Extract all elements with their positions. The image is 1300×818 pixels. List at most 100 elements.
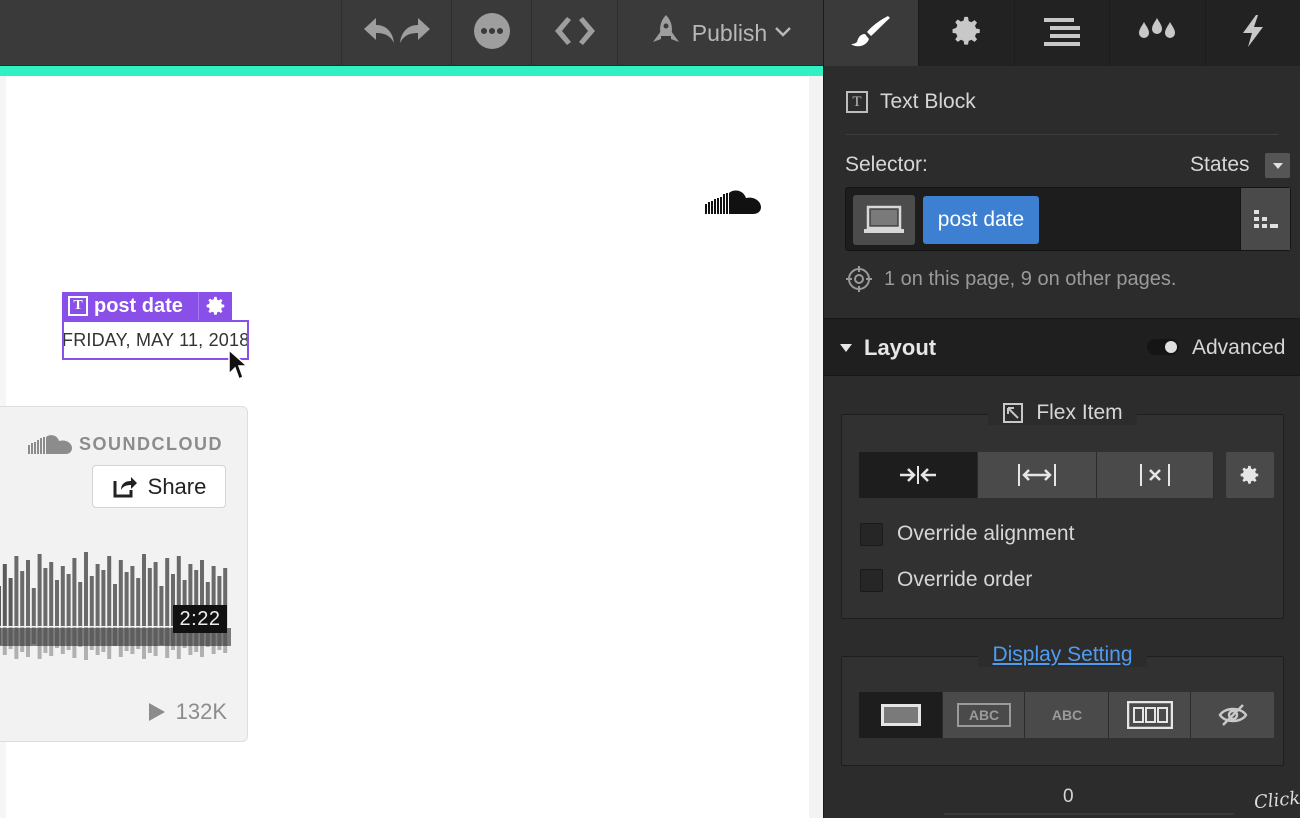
element-tag-label: post date (94, 294, 183, 317)
inline-label: ABC (1051, 707, 1081, 723)
drops-icon (1138, 16, 1176, 51)
soundcloud-logo-icon[interactable] (703, 188, 763, 221)
eye-hidden-icon (1218, 704, 1247, 726)
selector-menu-button[interactable] (1240, 188, 1290, 250)
waveform-bar (8, 578, 13, 626)
breakpoint-button[interactable] (853, 195, 915, 245)
caret-down-icon (840, 344, 852, 352)
gear-icon (1240, 465, 1259, 484)
waveform-bar (95, 564, 100, 626)
value-underline (944, 813, 1234, 815)
flex-grow-option[interactable] (978, 452, 1097, 498)
override-alignment-checkbox[interactable]: Override alignment (860, 522, 1074, 546)
flex-none-option[interactable] (1097, 452, 1214, 498)
tab-navigator[interactable] (1014, 0, 1111, 66)
layout-title: Layout (864, 335, 937, 360)
more-dots-icon (472, 11, 512, 56)
display-inline-block-option[interactable]: ABC (943, 692, 1025, 738)
undo-icon[interactable] (362, 16, 396, 51)
waveform-bar (147, 568, 152, 626)
publish-button[interactable]: Publish (617, 0, 823, 66)
override-alignment-label: Override alignment (897, 522, 1075, 545)
advanced-toggle[interactable] (1147, 339, 1179, 355)
selector-field[interactable]: post date (845, 187, 1291, 251)
waveform-bar (118, 560, 123, 626)
tab-interactions[interactable] (1205, 0, 1300, 66)
post-date-text-block[interactable]: FRIDAY, MAY 11, 2018 (62, 320, 249, 360)
flex-item-fieldset: Flex Item Override alignment Override or… (841, 401, 1284, 619)
selector-chip-post-date[interactable]: post date (923, 196, 1039, 244)
flex-child-icon (1003, 403, 1024, 423)
waveform-bar (159, 586, 164, 626)
element-type: T Text Block (846, 90, 976, 114)
layout-section-header[interactable]: Layout Advanced (824, 318, 1300, 376)
checkbox-box[interactable] (860, 522, 883, 546)
flex-item-legend-label: Flex Item (1036, 401, 1123, 424)
flex-shrink-option[interactable] (859, 452, 978, 498)
post-date-text: FRIDAY, MAY 11, 2018 (62, 329, 249, 350)
states-label[interactable]: States (1190, 153, 1250, 177)
publish-label: Publish (691, 19, 768, 46)
waveform-bar (153, 562, 158, 626)
waveform-bar (101, 570, 106, 626)
selector-usage: 1 on this page, 9 on other pages. (846, 266, 1176, 292)
waveform-bar (60, 566, 65, 626)
tab-style[interactable] (824, 0, 920, 66)
waveform-bar (142, 554, 146, 626)
waveform-bar (136, 578, 141, 626)
chevron-down-icon (775, 24, 792, 42)
display-block-option[interactable] (859, 692, 943, 738)
flex-settings-button[interactable] (1226, 452, 1274, 498)
waveform-bar (113, 584, 117, 626)
click-annotation: Click (1253, 787, 1300, 814)
tab-style-manager[interactable] (1110, 0, 1206, 66)
selected-element-tag[interactable]: T post date (62, 292, 232, 320)
caret-down-icon (1272, 162, 1283, 169)
redo-icon[interactable] (398, 16, 432, 51)
play-count-value: 132K (175, 699, 227, 724)
waveform-bar (43, 568, 48, 626)
waveform-bar (0, 586, 1, 626)
inline-display-icon: ABC (1051, 707, 1081, 723)
soundcloud-brand[interactable]: SOUNDCLOUD (27, 433, 223, 455)
lightning-icon (1240, 14, 1266, 53)
advanced-label: Advanced (1192, 336, 1286, 359)
soundcloud-embed[interactable]: SOUNDCLOUD Share 2:22 132K (0, 406, 248, 742)
waveform-bar (31, 588, 36, 626)
waveform-bar (14, 556, 19, 626)
share-button[interactable]: Share (92, 465, 226, 508)
override-order-label: Override order (897, 568, 1033, 591)
waveform-bar (20, 571, 25, 626)
waveform-bar (66, 574, 71, 626)
shrink-arrows-icon (900, 466, 936, 484)
checkbox-box[interactable] (860, 568, 883, 592)
more-options-button[interactable] (451, 0, 531, 66)
selector-usage-text: 1 on this page, 9 on other pages. (884, 267, 1177, 290)
layout-value: 0 (1063, 786, 1074, 807)
inline-block-display-icon: ABC (956, 703, 1011, 727)
play-count: 132K (148, 699, 227, 725)
element-settings-icon[interactable] (198, 292, 232, 320)
grow-arrows-icon (1018, 464, 1056, 486)
waveform-bar (165, 558, 170, 626)
desktop-icon (864, 205, 904, 233)
display-none-option[interactable] (1191, 692, 1274, 738)
display-flex-option[interactable] (1109, 692, 1191, 738)
waveform-bar (78, 582, 83, 626)
soundcloud-brand-label: SOUNDCLOUD (79, 433, 223, 454)
navigator-icon (1042, 16, 1082, 51)
rocket-icon (650, 14, 682, 53)
waveform-bar (84, 552, 88, 626)
states-dropdown[interactable] (1265, 153, 1290, 178)
selector-label: Selector: (845, 153, 928, 176)
display-setting-fieldset: Display Setting ABC ABC (841, 643, 1284, 766)
code-button[interactable] (531, 0, 617, 66)
display-inline-option[interactable]: ABC (1025, 692, 1109, 738)
design-canvas[interactable]: T post date FRIDAY, MAY 11, 2018 SOUNDCL… (0, 76, 823, 818)
tab-settings[interactable] (919, 0, 1015, 66)
display-setting-link[interactable]: Display Setting (992, 643, 1132, 667)
waveform-bar (2, 564, 7, 626)
override-order-checkbox[interactable]: Override order (860, 568, 1032, 592)
inline-block-label: ABC (968, 707, 998, 723)
mouse-cursor-icon (227, 348, 249, 387)
